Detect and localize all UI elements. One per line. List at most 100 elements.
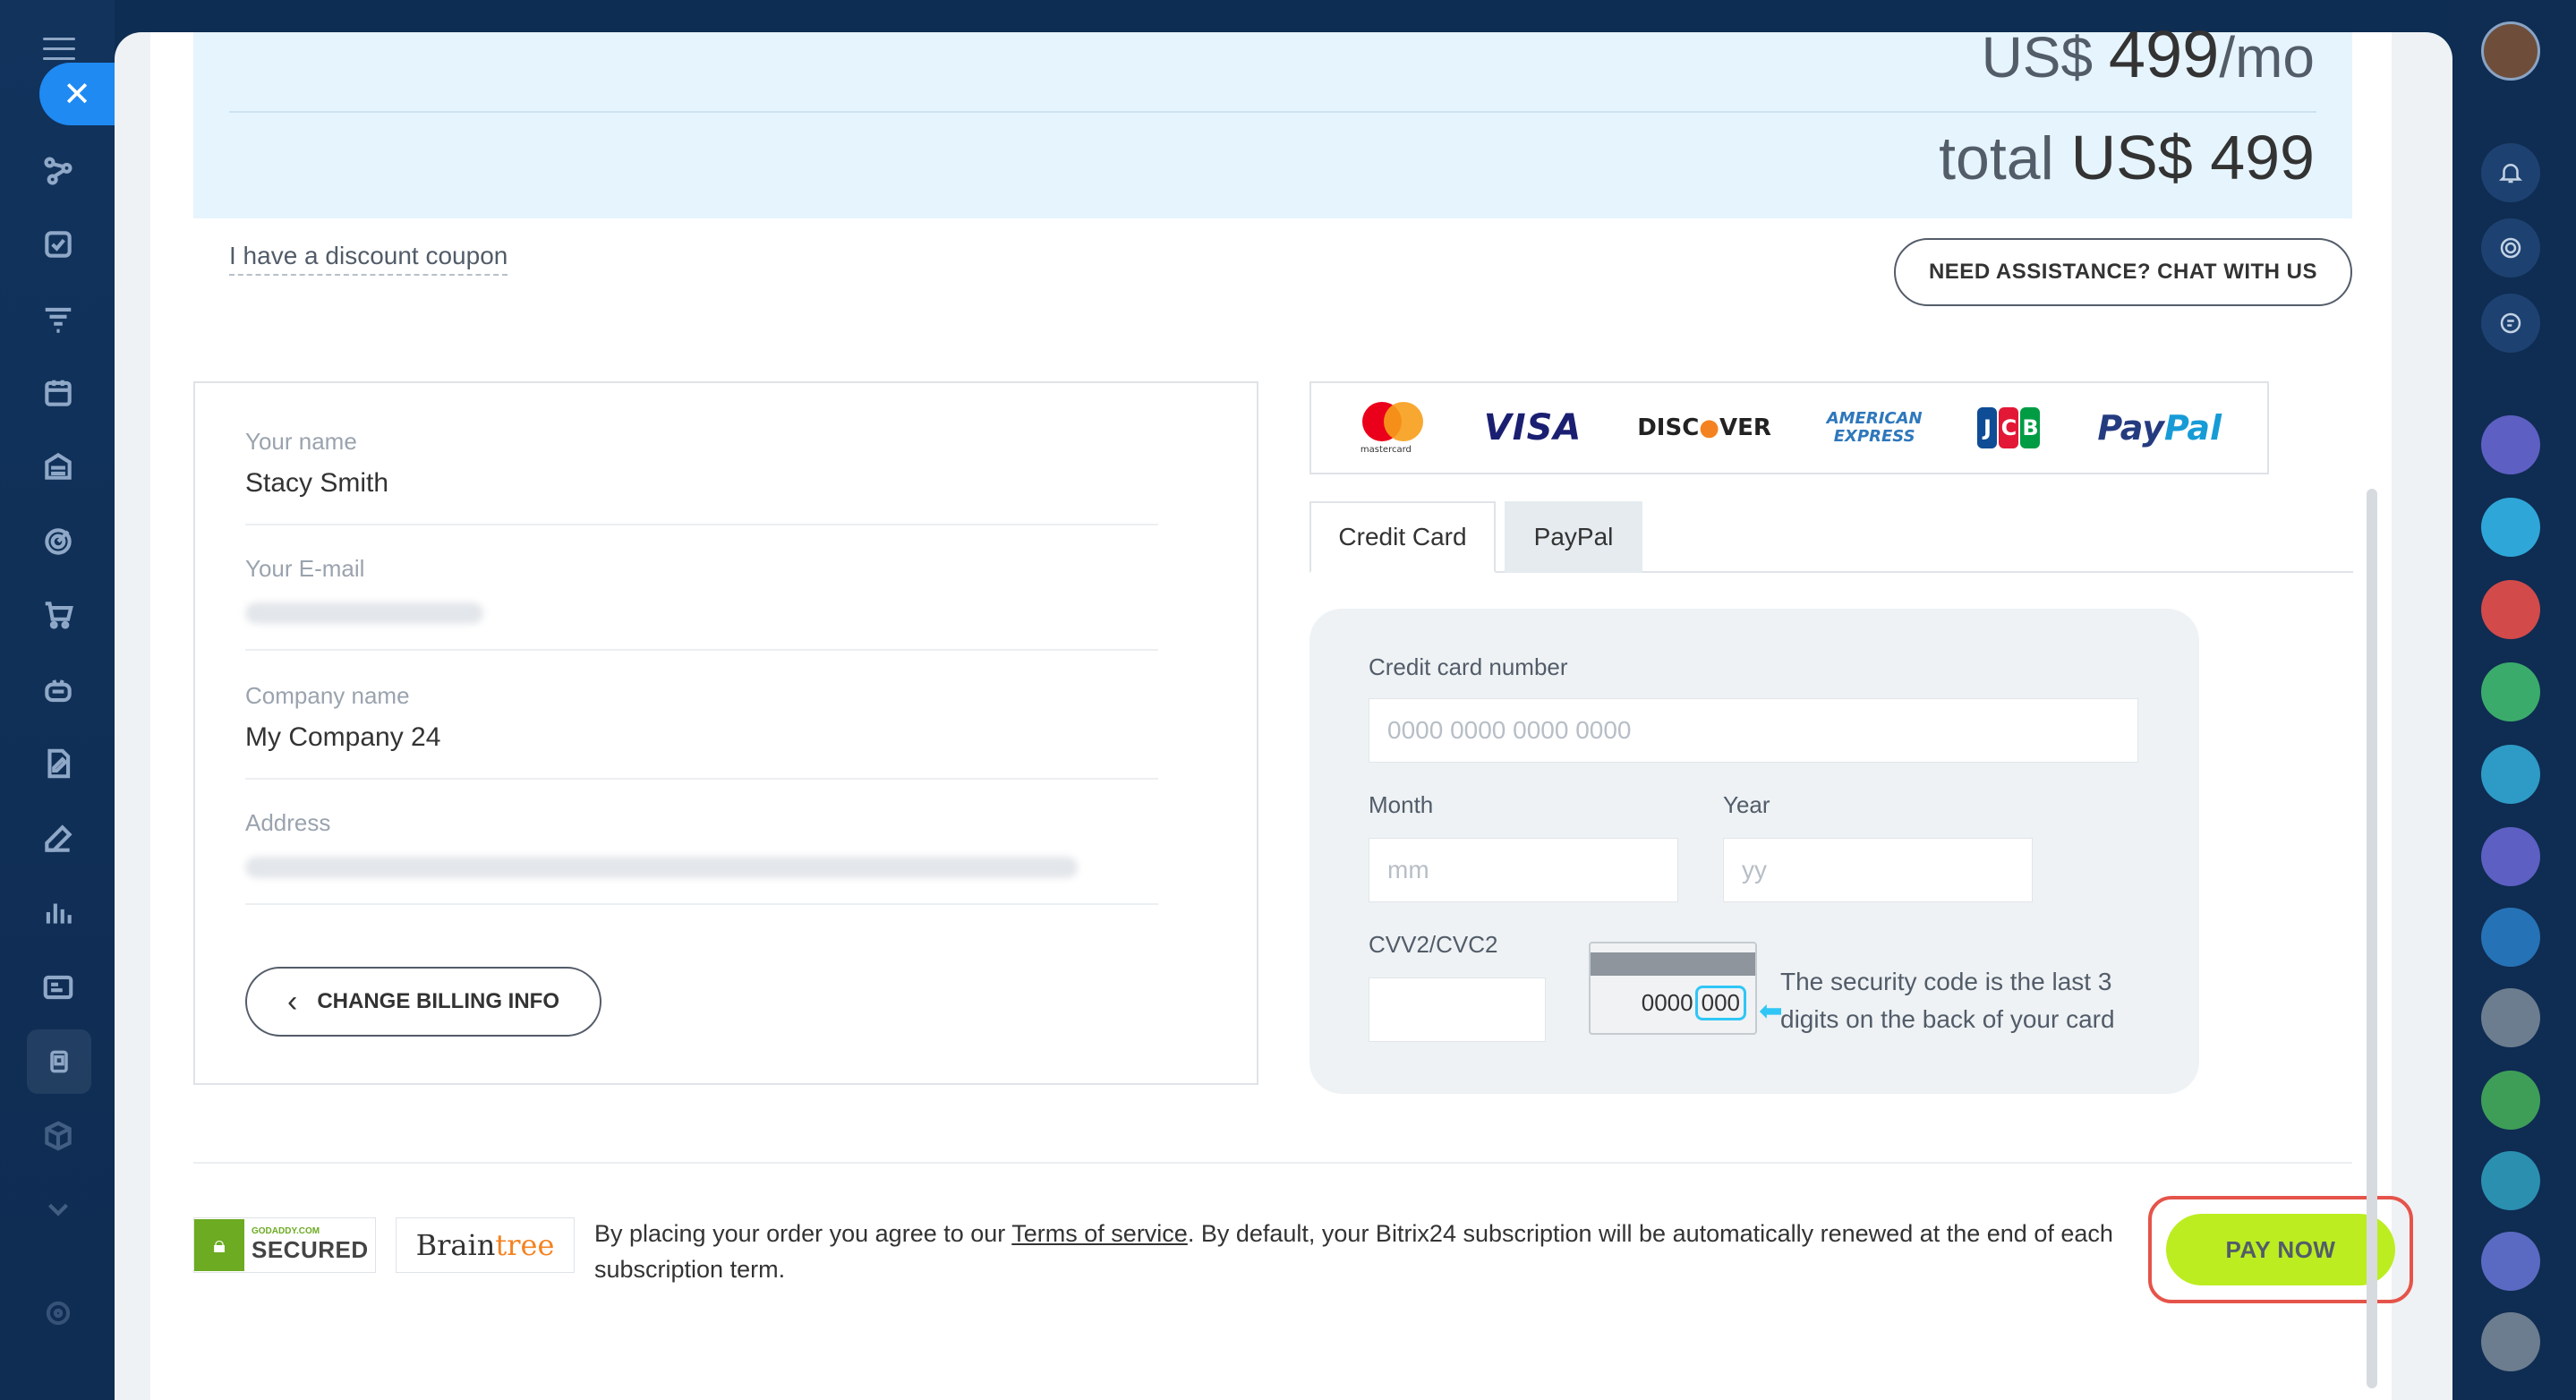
year-input[interactable]: yy [1723, 838, 2033, 902]
chat-task-icon[interactable] [2481, 1071, 2540, 1130]
nav-pencil-icon[interactable] [39, 820, 77, 858]
divider [193, 1162, 2352, 1164]
chevron-left-icon: ‹ [287, 984, 298, 1019]
lock-icon: 🔒︎ [194, 1219, 244, 1271]
magnetic-stripe [1591, 952, 1755, 976]
monthly-suffix: /mo [2219, 25, 2315, 90]
field-label: Your name [245, 428, 357, 455]
chat-openline-icon[interactable] [2481, 827, 2540, 886]
left-sidebar: ✕ [0, 0, 118, 1400]
cvv-input[interactable] [1369, 977, 1546, 1042]
payment-method-tabs: Credit Card PayPal [1309, 501, 2353, 573]
braintree-text: tree [495, 1228, 555, 1262]
discount-coupon-link[interactable]: I have a discount coupon [229, 242, 508, 276]
braintree-text: Brain [415, 1228, 496, 1262]
badge-small-text: GODADDY.COM [252, 1226, 320, 1236]
blurred-email-value [245, 602, 483, 624]
monthly-amount: 499 [2108, 17, 2220, 91]
discover-logo: DISC●VER [1637, 414, 1771, 441]
month-input[interactable]: mm [1369, 838, 1678, 902]
monthly-price: US$ 499/mo [1982, 16, 2315, 92]
chat-openline-icon[interactable] [2481, 415, 2540, 474]
divider [229, 111, 2316, 113]
chat-messages-icon[interactable] [2481, 498, 2540, 557]
terms-of-service-link[interactable]: Terms of service [1011, 1220, 1188, 1247]
nav-tasks-icon[interactable] [39, 226, 77, 263]
cvv-label: CVV2/CVC2 [1369, 931, 1498, 958]
arrow-left-icon: ⬅ [1759, 995, 1783, 1027]
payment-logos: mastercard VISA DISC●VER AMERICAN EXPRESS… [1309, 381, 2269, 474]
nav-box-icon[interactable] [39, 1117, 77, 1155]
pay-now-button[interactable]: PAY NOW [2166, 1214, 2395, 1285]
checkout-card: US$ 499/mo total US$ 499 I have a discou… [150, 17, 2413, 1400]
change-billing-info-button[interactable]: ‹ CHANGE BILLING INFO [245, 967, 601, 1037]
month-label: Month [1369, 791, 1434, 818]
nav-feed-icon[interactable] [39, 152, 77, 190]
blurred-address-value [245, 857, 1078, 878]
chat-task-icon[interactable] [2481, 1232, 2540, 1291]
notifications-bell-icon[interactable] [2481, 143, 2540, 202]
chat-assistance-button[interactable]: NEED ASSISTANCE? CHAT WITH US [1894, 238, 2352, 306]
year-label: Year [1723, 791, 1770, 818]
divider [245, 649, 1158, 651]
slider-panel: US$ 499/mo total US$ 499 I have a discou… [115, 17, 2452, 1400]
card-number-input[interactable]: 0000 0000 0000 0000 [1369, 698, 2138, 763]
total-price: total US$ 499 [1939, 122, 2315, 193]
currency-prefix: US$ [1981, 25, 2109, 90]
terms-text: By placing your order you agree to our T… [594, 1216, 2170, 1287]
right-sidebar [2451, 0, 2576, 1400]
tab-paypal[interactable]: PayPal [1505, 501, 1642, 573]
cvv-card-illustration: 0000 000 [1589, 942, 1757, 1035]
nav-drive-icon[interactable] [39, 448, 77, 485]
field-label: Your E-mail [245, 555, 365, 582]
chat-group-icon[interactable] [2481, 580, 2540, 639]
field-label: Address [245, 809, 331, 836]
scrollbar[interactable] [2367, 489, 2377, 1388]
braintree-badge: Brain tree [396, 1217, 575, 1273]
email-field: Your E-mail [245, 555, 1158, 651]
nav-more-chevron-icon[interactable] [39, 1191, 77, 1228]
amex-logo: AMERICAN EXPRESS [1826, 409, 1923, 446]
nav-settings-icon[interactable] [39, 1294, 77, 1332]
close-slider-button[interactable]: ✕ [39, 63, 118, 125]
chat-group-icon[interactable] [2481, 745, 2540, 804]
chat-search-icon[interactable] [2481, 294, 2540, 353]
cvv-hint-text: The security code is the last 3 digits o… [1780, 968, 2115, 1033]
card-number-label: Credit card number [1369, 653, 1568, 680]
card-digits-text: 0000 [1641, 989, 1693, 1016]
chat-group-icon[interactable] [2481, 662, 2540, 721]
price-summary: US$ 499/mo total US$ 499 [193, 17, 2352, 218]
nav-calendar-icon[interactable] [39, 374, 77, 412]
paypal-logo: PayPal [2097, 408, 2222, 448]
field-value: My Company 24 [245, 722, 441, 752]
chat-task-icon[interactable] [2481, 1151, 2540, 1210]
visa-logo: VISA [1483, 407, 1582, 448]
total-amount: US$ 499 [2070, 123, 2315, 192]
chat-task-icon[interactable] [2481, 908, 2540, 967]
card-digits: 0000 000 [1642, 986, 1746, 1020]
divider [245, 778, 1158, 780]
button-label: CHANGE BILLING INFO [317, 989, 559, 1013]
badge-big-text: SECURED [252, 1236, 369, 1263]
tab-credit-card[interactable]: Credit Card [1309, 501, 1496, 573]
field-label: Company name [245, 682, 410, 709]
target-icon[interactable] [2481, 218, 2540, 277]
chat-user-avatar[interactable] [2481, 1312, 2540, 1371]
user-avatar[interactable] [2481, 21, 2540, 81]
billing-info-panel: Your name Stacy Smith Your E-mail Compan… [193, 381, 1258, 1085]
nav-shop-cart-icon[interactable] [39, 596, 77, 634]
nav-sign-icon[interactable] [39, 745, 77, 782]
nav-contact-card-icon[interactable] [39, 969, 77, 1006]
divider [245, 903, 1158, 905]
nav-target-icon[interactable] [39, 523, 77, 560]
chat-user-avatar[interactable] [2481, 988, 2540, 1047]
jcb-logo: JCB [1977, 407, 2042, 448]
hamburger-menu-icon[interactable] [43, 38, 75, 61]
nav-crm-icon[interactable] [39, 301, 77, 338]
nav-robot-icon[interactable] [39, 671, 77, 709]
company-field: Company name My Company 24 [245, 682, 1158, 780]
nav-market-icon[interactable] [27, 1029, 91, 1094]
nav-analytics-icon[interactable] [39, 893, 77, 931]
godaddy-secured-badge: 🔒︎ GODADDY.COM SECURED [193, 1217, 376, 1273]
cvv-code-highlight: 000 [1694, 986, 1746, 1020]
